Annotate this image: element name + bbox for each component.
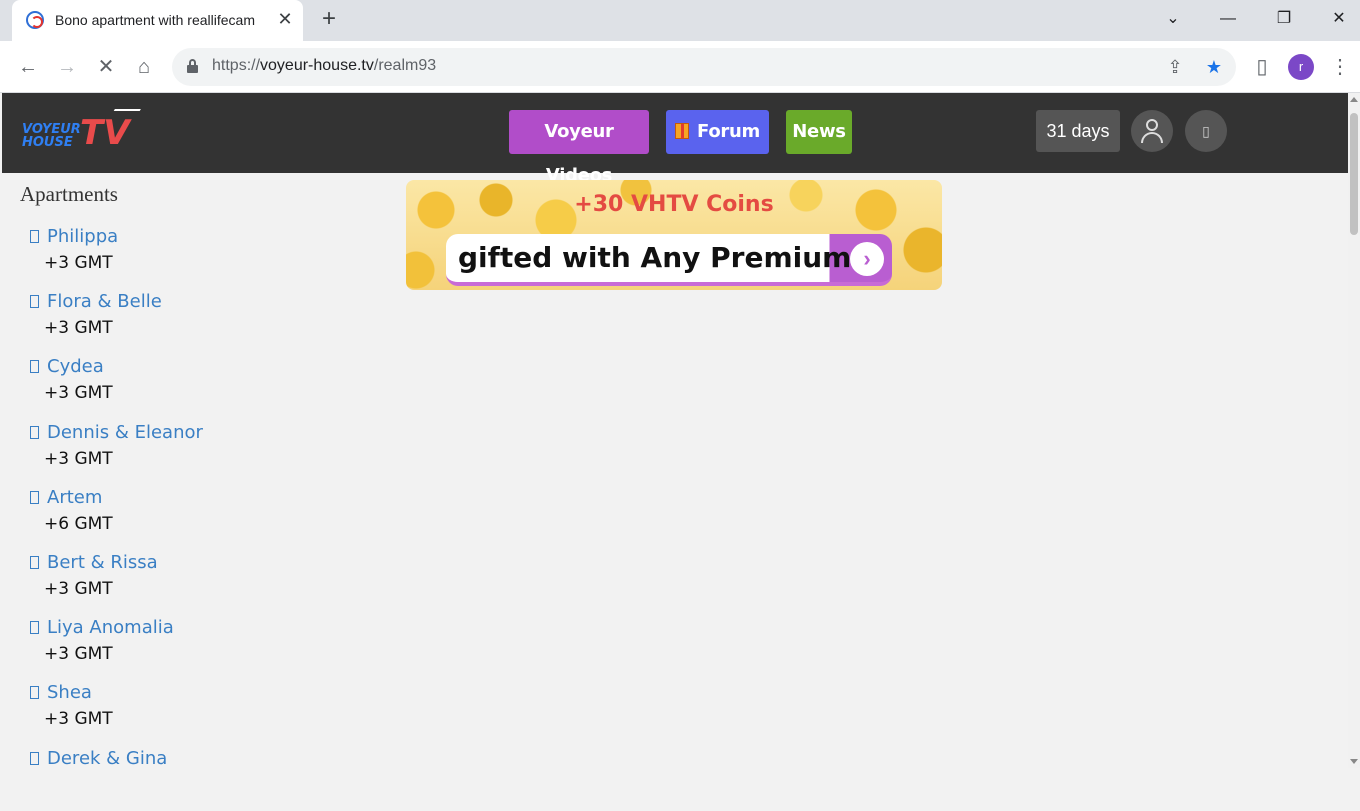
apartment-link[interactable]: Philippa: [30, 224, 203, 250]
gift-icon: [675, 123, 690, 139]
close-window-button[interactable]: ✕: [1324, 6, 1354, 32]
apartment-timezone: +3 GMT: [44, 448, 113, 469]
camera-icon: [30, 425, 39, 439]
menu-button[interactable]: ▯: [1185, 110, 1227, 152]
browser-toolbar: ← → ✕ ⌂ https://voyeur-house.tv/realm93 …: [0, 41, 1360, 93]
forum-button[interactable]: Forum: [666, 110, 769, 154]
apartment-list: Philippa +3 GMT Flora & Belle +3 GMT Cyd…: [30, 224, 203, 811]
chevron-right-icon[interactable]: ›: [850, 242, 884, 276]
address-bar[interactable]: https://voyeur-house.tv/realm93 ⇪ ★: [172, 48, 1236, 86]
apartment-timezone: +3 GMT: [44, 383, 113, 404]
sidebar-title: Apartments: [20, 182, 118, 206]
scroll-up-arrow-icon[interactable]: [1350, 97, 1358, 102]
browser-menu-icon[interactable]: ⋮: [1327, 54, 1353, 80]
user-icon: [1146, 119, 1158, 131]
apartment-timezone: +6 GMT: [44, 513, 113, 534]
profile-avatar[interactable]: r: [1288, 54, 1314, 80]
banner-pill: gifted with Any Premium ›: [446, 234, 892, 286]
news-button[interactable]: News: [786, 110, 852, 154]
camera-icon: [30, 555, 39, 569]
camera-icon: [30, 230, 39, 243]
minimize-window-button[interactable]: —: [1213, 6, 1243, 32]
list-item: Liya Anomalia +3 GMT: [30, 615, 203, 680]
apartment-timezone: +3 GMT: [44, 644, 113, 665]
scrollbar-thumb[interactable]: [1350, 113, 1358, 235]
banner-main-text: gifted with Any Premium: [458, 241, 852, 274]
list-item: Bert & Rissa +3 GMT: [30, 550, 203, 615]
apartment-link[interactable]: Shea: [30, 680, 203, 706]
camera-icon: [30, 360, 39, 374]
logo-tv: TV: [80, 113, 130, 153]
tab-title: Bono apartment with reallifecam: [55, 12, 255, 28]
subscription-days-badge[interactable]: 31 days: [1036, 110, 1120, 152]
page-scrollbar[interactable]: [1348, 93, 1360, 768]
list-item: Shea +3 GMT: [30, 680, 203, 745]
stop-loading-icon[interactable]: ✕: [93, 54, 119, 80]
bookmark-star-icon[interactable]: ★: [1203, 56, 1225, 78]
restore-window-button[interactable]: ❐: [1269, 6, 1299, 32]
apartment-link[interactable]: Dennis & Eleanor: [30, 420, 203, 446]
apartment-link[interactable]: Liya Anomalia: [30, 615, 203, 641]
scroll-down-arrow-icon[interactable]: [1350, 759, 1358, 764]
camera-icon: [30, 621, 39, 635]
share-icon[interactable]: ⇪: [1164, 56, 1186, 78]
user-account-button[interactable]: [1131, 110, 1173, 152]
promo-banner[interactable]: +30 VHTV Coins gifted with Any Premium ›: [406, 180, 942, 290]
home-icon[interactable]: ⌂: [131, 54, 157, 80]
camera-icon: [30, 751, 39, 765]
camera-icon: [30, 490, 39, 504]
site-header: VOYEUR HOUSE TV Voyeur Videos Forum News…: [2, 93, 1348, 186]
apartment-timezone: +3 GMT: [44, 253, 113, 273]
site-logo[interactable]: VOYEUR HOUSE TV: [22, 109, 141, 157]
apartment-timezone: +3 GMT: [44, 318, 113, 339]
site-favicon-icon: [26, 11, 44, 29]
apartment-timezone: +3 GMT: [44, 578, 113, 599]
apartment-link[interactable]: Artem: [30, 485, 203, 511]
list-item: Dennis & Eleanor +3 GMT: [30, 420, 203, 485]
banner-headline: +30 VHTV Coins: [574, 192, 774, 217]
apartment-link[interactable]: Cydea: [30, 354, 203, 380]
apartment-link[interactable]: Bert & Rissa: [30, 550, 203, 576]
list-item: Cydea +3 GMT: [30, 354, 203, 419]
list-item: Artem +6 GMT: [30, 485, 203, 550]
list-item: Philippa +3 GMT: [30, 224, 203, 289]
camera-icon: [30, 686, 39, 700]
tab-close-icon[interactable]: ✕: [274, 8, 296, 30]
web-page: VOYEUR HOUSE TV Voyeur Videos Forum News…: [2, 93, 1348, 769]
browser-tab-active[interactable]: Bono apartment with reallifecam ✕: [12, 0, 303, 41]
list-item: Flora & Belle +3 GMT: [30, 289, 203, 354]
forum-label: Forum: [697, 121, 760, 142]
browser-tab-strip: Bono apartment with reallifecam ✕ + ⌄ — …: [0, 0, 1360, 41]
voyeur-videos-button[interactable]: Voyeur Videos: [509, 110, 649, 186]
camera-icon: [30, 295, 39, 309]
list-item: Derek & Gina: [30, 746, 203, 811]
url-text[interactable]: https://voyeur-house.tv/realm93: [212, 57, 436, 75]
side-panel-icon[interactable]: ▯: [1249, 54, 1275, 80]
lock-icon[interactable]: [187, 59, 198, 73]
new-tab-button[interactable]: +: [316, 6, 342, 32]
apartment-timezone: +3 GMT: [44, 709, 113, 730]
apartment-link[interactable]: Flora & Belle: [30, 289, 203, 315]
forward-arrow-icon[interactable]: →: [54, 54, 80, 80]
back-arrow-icon[interactable]: ←: [15, 54, 41, 80]
logo-line-2: HOUSE: [22, 135, 73, 150]
tab-search-chevron-icon[interactable]: ⌄: [1158, 6, 1188, 32]
